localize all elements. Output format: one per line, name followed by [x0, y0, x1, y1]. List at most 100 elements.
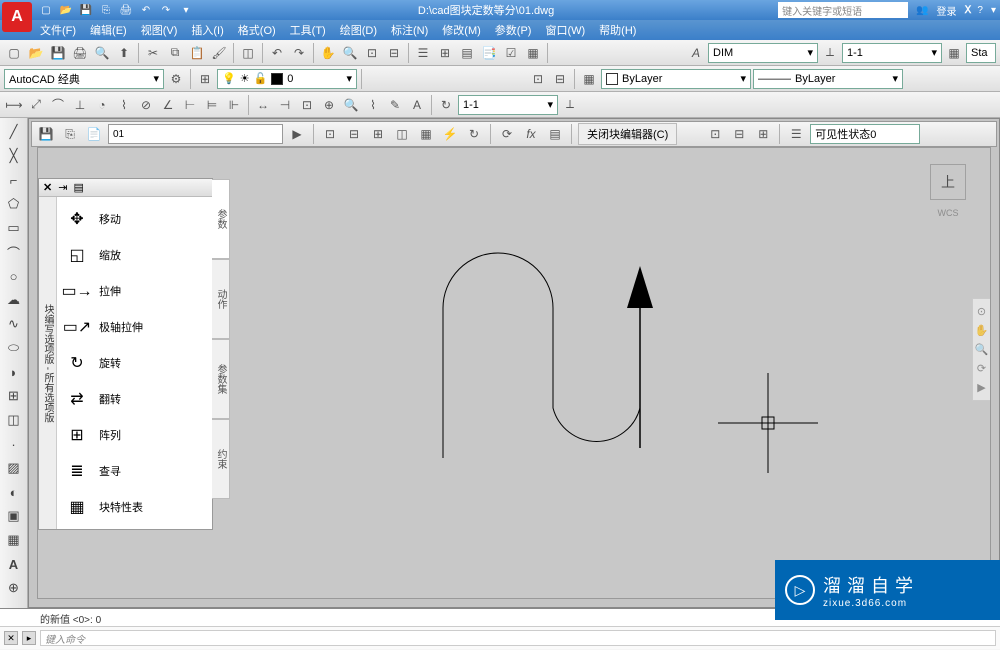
save-button[interactable]: 💾 — [48, 43, 68, 63]
help-icon[interactable]: ? — [977, 5, 983, 16]
bsaveas-button[interactable]: ⎘ — [60, 124, 80, 144]
spline-button[interactable]: ∿ — [4, 314, 24, 334]
fullnav-icon[interactable]: ⊙ — [977, 305, 986, 318]
pan-icon[interactable]: ✋ — [975, 324, 989, 337]
dimstyle-update-button[interactable]: ⟂ — [560, 95, 580, 115]
copy-button[interactable]: ⧉ — [165, 43, 185, 63]
block-button[interactable]: ◫ — [238, 43, 258, 63]
signin-button[interactable]: 登录 — [937, 3, 957, 18]
annoscale-dropdown[interactable]: 1-1▾ — [458, 95, 558, 115]
dimedit-button[interactable]: ✎ — [385, 95, 405, 115]
menu-help[interactable]: 帮助(H) — [599, 22, 636, 38]
region-button[interactable]: ▣ — [4, 506, 24, 526]
designcenter-button[interactable]: ⊞ — [435, 43, 455, 63]
ellipse-button[interactable]: ⬭ — [4, 338, 24, 358]
bfx-button[interactable]: fx — [521, 124, 541, 144]
menu-insert[interactable]: 插入(I) — [191, 22, 223, 38]
visibility-dropdown[interactable]: 可见性状态0 — [810, 124, 920, 144]
menu-file[interactable]: 文件(F) — [40, 22, 76, 38]
search-input[interactable]: 键入关键字或短语 — [778, 2, 908, 18]
exchange-icon[interactable]: Ⅹ — [965, 5, 970, 16]
undo-button[interactable]: ↶ — [267, 43, 287, 63]
markup-button[interactable]: ☑ — [501, 43, 521, 63]
dim-linear-button[interactable]: ⟼ — [4, 95, 24, 115]
layer-dropdown[interactable]: 💡 ☀ 🔓 0 ▾ — [217, 69, 357, 89]
rectangle-button[interactable]: ▭ — [4, 218, 24, 238]
arc-button[interactable]: ⌒ — [4, 242, 24, 262]
bcycle-button[interactable]: ⟳ — [497, 124, 517, 144]
tablestyle-dropdown[interactable]: Sta — [966, 43, 996, 63]
command-input[interactable]: 键入命令 — [40, 630, 996, 646]
hatch-button[interactable]: ▨ — [4, 458, 24, 478]
bmgr-button[interactable]: ▤ — [545, 124, 565, 144]
tolerance-button[interactable]: ⊡ — [297, 95, 317, 115]
inspect-button[interactable]: 🔍 — [341, 95, 361, 115]
app-logo[interactable]: A — [2, 2, 32, 32]
dimupdate-button[interactable]: ↻ — [436, 95, 456, 115]
color-button[interactable]: ▦ — [579, 69, 599, 89]
dim-break-button[interactable]: ⊣ — [275, 95, 295, 115]
makeblock-button[interactable]: ◫ — [4, 410, 24, 430]
dim-ordinate-button[interactable]: ⊥ — [70, 95, 90, 115]
match-button[interactable]: 🖌 — [209, 43, 229, 63]
zoom-icon[interactable]: 🔍 — [975, 343, 989, 356]
bvismgr-button[interactable]: ☰ — [786, 124, 806, 144]
redo-icon[interactable]: ↷ — [158, 2, 174, 18]
dimtedit-button[interactable]: A — [407, 95, 427, 115]
dim-continue-button[interactable]: ⊩ — [224, 95, 244, 115]
dim-radius-button[interactable]: ◔ — [92, 95, 112, 115]
menu-edit[interactable]: 编辑(E) — [90, 22, 127, 38]
bvis-button[interactable]: ⊡ — [705, 124, 725, 144]
action-lookup[interactable]: ≣查寻 — [57, 453, 212, 489]
workspace-gear-icon[interactable]: ⚙ — [166, 69, 186, 89]
help-dropdown-icon[interactable]: ▾ — [991, 5, 996, 16]
pan-button[interactable]: ✋ — [318, 43, 338, 63]
circle-button[interactable]: ○ — [4, 266, 24, 286]
dim-baseline-button[interactable]: ⊨ — [202, 95, 222, 115]
dim-space-button[interactable]: ↔ — [253, 95, 273, 115]
close-block-editor-button[interactable]: 关闭块编辑器(C) — [578, 123, 677, 145]
plot-icon[interactable]: 🖨 — [118, 2, 134, 18]
point-button[interactable]: · — [4, 434, 24, 454]
line-button[interactable]: ╱ — [4, 122, 24, 142]
new-icon[interactable]: ▢ — [38, 2, 54, 18]
bautoconst-button[interactable]: ⊡ — [320, 124, 340, 144]
props-icon[interactable]: ▤ — [73, 181, 83, 194]
orbit-icon[interactable]: ⟳ — [977, 362, 986, 375]
tablestyle-button[interactable]: ▦ — [944, 43, 964, 63]
linetype-dropdown[interactable]: ———ByLayer▾ — [753, 69, 903, 89]
mtext-button[interactable]: A — [4, 554, 24, 574]
viewcube-top-icon[interactable]: 上 — [930, 164, 966, 200]
redo-button[interactable]: ↷ — [289, 43, 309, 63]
action-stretch[interactable]: ▭→拉伸 — [57, 273, 212, 309]
jogline-button[interactable]: ⌇ — [363, 95, 383, 115]
infocenter-icon[interactable]: 👥 — [916, 5, 928, 16]
publish-button[interactable]: ⬆ — [114, 43, 134, 63]
menu-draw[interactable]: 绘图(D) — [340, 22, 377, 38]
textstyle-button[interactable]: A — [686, 43, 706, 63]
layermatch-button[interactable]: ⊟ — [550, 69, 570, 89]
tab-paramsets[interactable]: 参数集 — [212, 339, 230, 419]
wcs-label[interactable]: WCS — [918, 208, 978, 218]
tab-parameters[interactable]: 参数 — [212, 179, 230, 259]
cmd-recent-icon[interactable]: ▸ — [22, 631, 36, 645]
insertblock-button[interactable]: ⊞ — [4, 386, 24, 406]
canvas[interactable]: 上 WCS ⊙ ✋ 🔍 ⟳ ▶ ✕ ⇥ ▤ 块编写选项版 - 所有选项版 — [37, 147, 991, 599]
menu-window[interactable]: 窗口(W) — [545, 22, 585, 38]
dim-diameter-button[interactable]: ⊘ — [136, 95, 156, 115]
preview-button[interactable]: 🔍 — [92, 43, 112, 63]
action-move[interactable]: ✥移动 — [57, 201, 212, 237]
centermark-button[interactable]: ⊕ — [319, 95, 339, 115]
xline-button[interactable]: ╳ — [4, 146, 24, 166]
paste-button[interactable]: 📋 — [187, 43, 207, 63]
dim-arc-button[interactable]: ⌒ — [48, 95, 68, 115]
save-icon[interactable]: 💾 — [78, 2, 94, 18]
color-dropdown[interactable]: ByLayer▾ — [601, 69, 751, 89]
dimstyle-button[interactable]: ⟂ — [820, 43, 840, 63]
dim-angular-button[interactable]: ∠ — [158, 95, 178, 115]
tab-actions[interactable]: 动作 — [212, 259, 230, 339]
dimstyle-dropdown[interactable]: 1-1▾ — [842, 43, 942, 63]
view-cube[interactable]: 上 WCS — [918, 156, 978, 236]
bupdate-button[interactable]: ↻ — [464, 124, 484, 144]
menu-dimension[interactable]: 标注(N) — [391, 22, 428, 38]
